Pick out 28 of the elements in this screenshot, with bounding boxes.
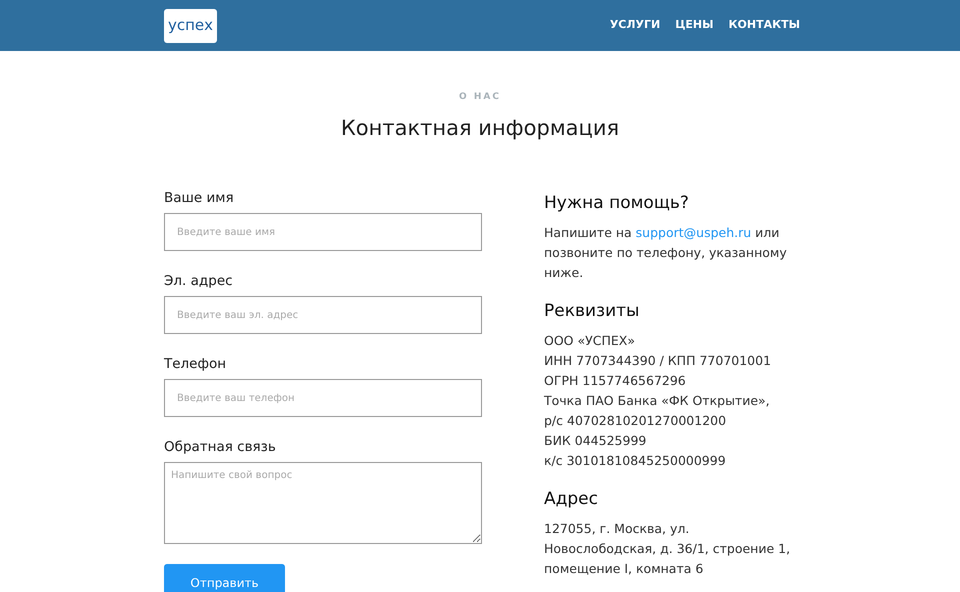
input-field[interactable]: Введите ваше имя [164, 213, 482, 251]
requisite-line: Точка ПАО Банка «ФК Открытие», [544, 392, 771, 410]
email-link[interactable]: support@uspeh.ru [636, 225, 752, 240]
field-label: Ваше имя [164, 189, 235, 208]
address-text: 127055, г. Москва, ул. Новослободская, д. 36/1, строение 1, помещение I, комната 6 [544, 520, 792, 578]
logo[interactable]: успех [164, 8, 217, 42]
section-heading: Адрес [544, 488, 599, 511]
requisite-line: ОГРН 1157746567296 [544, 372, 687, 390]
field-label: Обратная связь [164, 438, 277, 457]
requisite-line: БИК 044525999 [544, 432, 648, 450]
feedback-field[interactable]: Напишите свой вопрос [164, 462, 482, 544]
help-text: Напишите на support@uspeh.ru или позвоните по телефону, указанному ниже. [544, 224, 788, 282]
requisite-line: к/с 30101810845250000999 [544, 452, 727, 470]
section-heading: Реквизиты [544, 300, 640, 323]
requisite-line: р/с 40702810201270001200 [544, 412, 728, 430]
submit-button[interactable]: Отправить [164, 564, 285, 592]
nav-link[interactable]: ЦЕНЫ [675, 17, 714, 34]
nav-link[interactable]: УСЛУГИ [610, 17, 660, 34]
nav-link[interactable]: КОНТАКТЫ [728, 17, 800, 34]
requisite-line: ИНН 7707344390 / КПП 770701001 [544, 352, 772, 370]
input-field[interactable]: Введите ваш эл. адрес [164, 296, 482, 334]
section-label: О НАС [459, 91, 501, 104]
field-label: Эл. адрес [164, 272, 234, 291]
page-title: Контактная информация [340, 114, 620, 142]
requisite-line: ООО «УСПЕХ» [544, 332, 636, 350]
section-heading: Нужна помощь? [544, 192, 690, 215]
field-label: Телефон [164, 355, 228, 374]
input-field[interactable]: Введите ваш телефон [164, 379, 482, 417]
